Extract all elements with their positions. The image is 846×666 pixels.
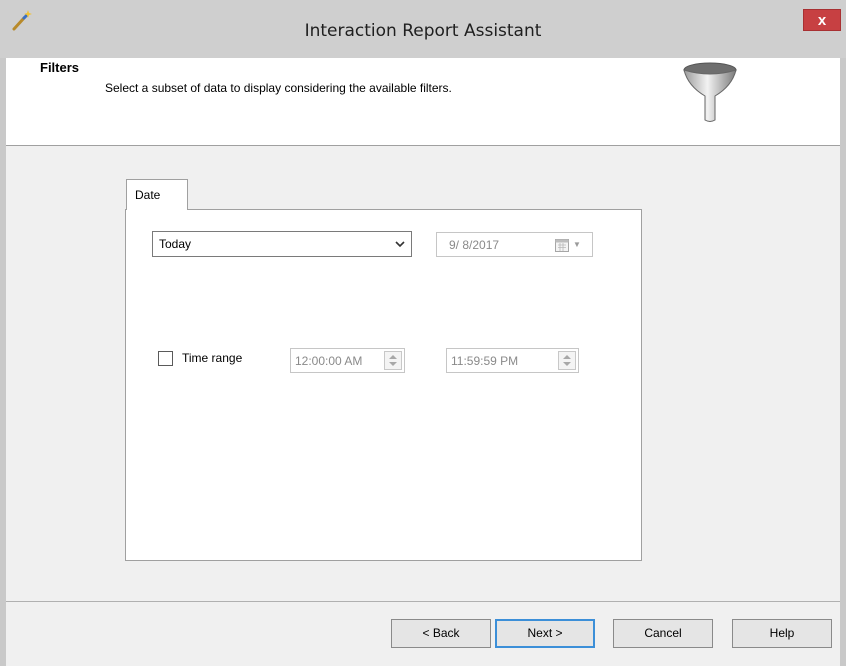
start-time-spinner-icon[interactable] <box>384 351 402 370</box>
wizard-body: Filters Select a subset of data to displ… <box>6 58 840 666</box>
start-time-picker[interactable]: 12:00:00 AM <box>290 348 405 373</box>
end-time-value: 11:59:59 PM <box>451 354 519 368</box>
date-range-dropdown[interactable]: Today <box>152 231 412 257</box>
end-time-spinner-icon[interactable] <box>558 351 576 370</box>
page-title: Filters <box>40 60 80 75</box>
help-button[interactable]: Help <box>732 619 832 648</box>
wizard-window: Interaction Report Assistant x Filters S… <box>0 0 846 666</box>
cancel-button[interactable]: Cancel <box>613 619 713 648</box>
close-button[interactable]: x <box>803 9 841 31</box>
tab-date[interactable]: Date <box>126 179 188 210</box>
next-button[interactable]: Next > <box>495 619 595 648</box>
time-range-label: Time range <box>182 351 243 365</box>
page-description: Select a subset of data to display consi… <box>105 81 452 95</box>
date-range-value: Today <box>159 237 192 251</box>
time-range-checkbox[interactable] <box>158 351 173 366</box>
date-picker[interactable]: 9/ 8/2017 ▼ <box>436 232 593 257</box>
wizard-header: Filters Select a subset of data to displ… <box>6 58 840 146</box>
title-bar[interactable]: Interaction Report Assistant x <box>0 0 846 58</box>
calendar-icon <box>555 239 569 252</box>
date-tab-panel <box>125 209 642 561</box>
window-title: Interaction Report Assistant <box>304 21 542 41</box>
calendar-dropdown-arrow-icon[interactable]: ▼ <box>573 240 581 249</box>
date-value: 9/ 8/2017 <box>449 238 500 252</box>
start-time-value: 12:00:00 AM <box>295 354 363 368</box>
footer-divider <box>6 601 840 602</box>
end-time-picker[interactable]: 11:59:59 PM <box>446 348 579 373</box>
back-button[interactable]: < Back <box>391 619 491 648</box>
funnel-icon <box>683 62 737 122</box>
chevron-down-icon <box>395 241 405 248</box>
